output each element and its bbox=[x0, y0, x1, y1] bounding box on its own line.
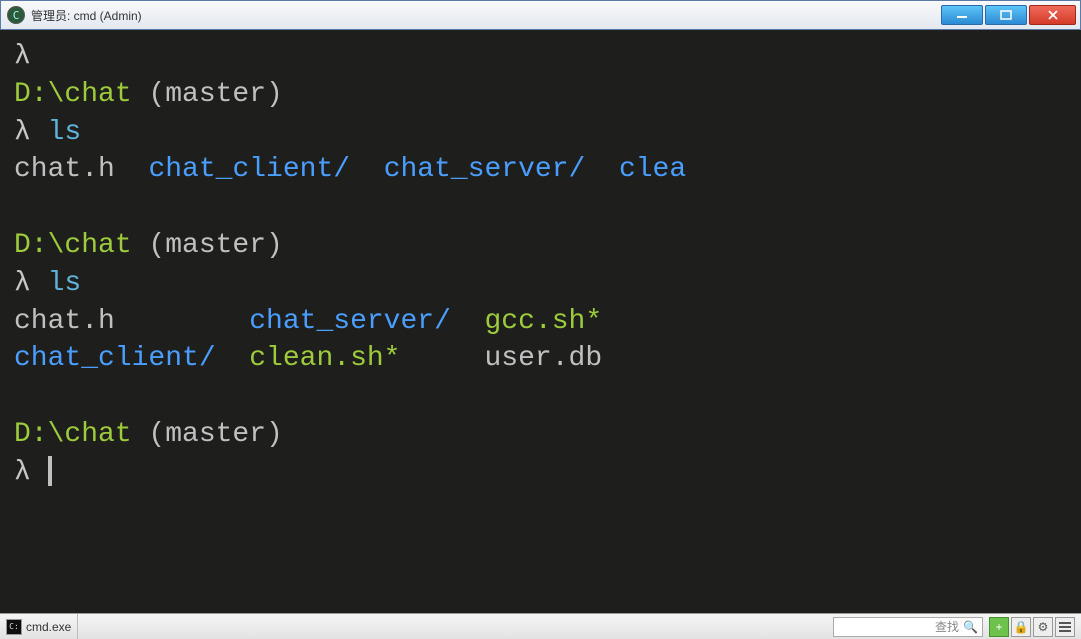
terminal-line: D:\chat (master) bbox=[14, 227, 1067, 265]
ls-entry bbox=[400, 343, 484, 374]
lock-icon: 🔒 bbox=[1014, 620, 1029, 634]
ls-entry: user.db bbox=[485, 343, 603, 374]
terminal-line: D:\chat (master) bbox=[14, 76, 1067, 114]
search-icon: 🔍 bbox=[963, 620, 978, 634]
menu-icon-line bbox=[1059, 630, 1071, 632]
prompt-path: D:\chat bbox=[14, 419, 148, 450]
search-input[interactable]: 查找 🔍 bbox=[833, 617, 983, 637]
terminal-line: chat.h chat_client/ chat_server/ clea bbox=[14, 151, 1067, 189]
terminal-line bbox=[14, 189, 1067, 227]
lock-button[interactable]: 🔒 bbox=[1011, 617, 1031, 637]
status-icons: + 🔒 bbox=[989, 617, 1081, 637]
ls-entry bbox=[585, 154, 619, 185]
ls-entry: chat_server/ bbox=[249, 306, 451, 337]
prompt-lambda: λ bbox=[14, 457, 48, 488]
prompt-branch: (master) bbox=[148, 230, 282, 261]
ls-entry: chat.h bbox=[14, 306, 115, 337]
window-titlebar: C 管理员: cmd (Admin) bbox=[0, 0, 1081, 30]
status-bar: C: cmd.exe 查找 🔍 + 🔒 bbox=[0, 613, 1081, 639]
prompt-lambda: λ bbox=[14, 117, 48, 148]
prompt-path: D:\chat bbox=[14, 79, 148, 110]
ls-entry: chat_server/ bbox=[384, 154, 586, 185]
terminal-line: chat_client/ clean.sh* user.db bbox=[14, 340, 1067, 378]
cursor bbox=[48, 456, 52, 486]
maximize-button[interactable] bbox=[985, 5, 1027, 25]
tab-label: cmd.exe bbox=[26, 620, 71, 634]
ls-entry: chat_client/ bbox=[14, 343, 216, 374]
terminal-line bbox=[14, 378, 1067, 416]
tab-cmd[interactable]: C: cmd.exe bbox=[0, 614, 78, 639]
command-text: ls bbox=[48, 268, 82, 299]
ls-entry bbox=[216, 343, 250, 374]
menu-icon-line bbox=[1059, 626, 1071, 628]
blank-line bbox=[14, 381, 31, 412]
minimize-icon bbox=[956, 10, 968, 20]
prompt-path: D:\chat bbox=[14, 230, 148, 261]
menu-button[interactable] bbox=[1055, 617, 1075, 637]
settings-button[interactable] bbox=[1033, 617, 1053, 637]
app-icon: C bbox=[7, 6, 25, 24]
window-controls bbox=[941, 5, 1076, 25]
ls-entry bbox=[451, 306, 485, 337]
prompt-branch: (master) bbox=[148, 419, 282, 450]
menu-icon-line bbox=[1059, 622, 1071, 624]
new-tab-button[interactable]: + bbox=[989, 617, 1009, 637]
prompt-lambda: λ bbox=[14, 41, 31, 72]
command-text: ls bbox=[48, 117, 82, 148]
search-placeholder: 查找 bbox=[935, 618, 959, 635]
terminal-line: λ bbox=[14, 454, 1067, 492]
ls-entry bbox=[115, 154, 149, 185]
minimize-button[interactable] bbox=[941, 5, 983, 25]
blank-line bbox=[14, 192, 31, 223]
ls-entry: chat_client/ bbox=[148, 154, 350, 185]
prompt-branch: (master) bbox=[148, 79, 282, 110]
close-icon bbox=[1047, 10, 1059, 20]
terminal-line: λ ls bbox=[14, 265, 1067, 303]
cmd-icon: C: bbox=[6, 619, 22, 635]
terminal-line: λ ls bbox=[14, 114, 1067, 152]
ls-entry: clea bbox=[619, 154, 686, 185]
prompt-lambda: λ bbox=[14, 268, 48, 299]
maximize-icon bbox=[1000, 10, 1012, 20]
ls-entry: chat.h bbox=[14, 154, 115, 185]
ls-entry bbox=[350, 154, 384, 185]
terminal-line: D:\chat (master) bbox=[14, 416, 1067, 454]
ls-entry: clean.sh* bbox=[249, 343, 400, 374]
ls-entry bbox=[115, 306, 249, 337]
plus-icon: + bbox=[995, 620, 1002, 634]
terminal-line: λ bbox=[14, 38, 1067, 76]
terminal-line: chat.h chat_server/ gcc.sh* bbox=[14, 303, 1067, 341]
terminal-area[interactable]: λD:\chat (master)λ lschat.h chat_client/… bbox=[0, 30, 1081, 613]
window-title: 管理员: cmd (Admin) bbox=[29, 7, 941, 24]
ls-entry: gcc.sh* bbox=[485, 306, 603, 337]
close-button[interactable] bbox=[1029, 5, 1076, 25]
